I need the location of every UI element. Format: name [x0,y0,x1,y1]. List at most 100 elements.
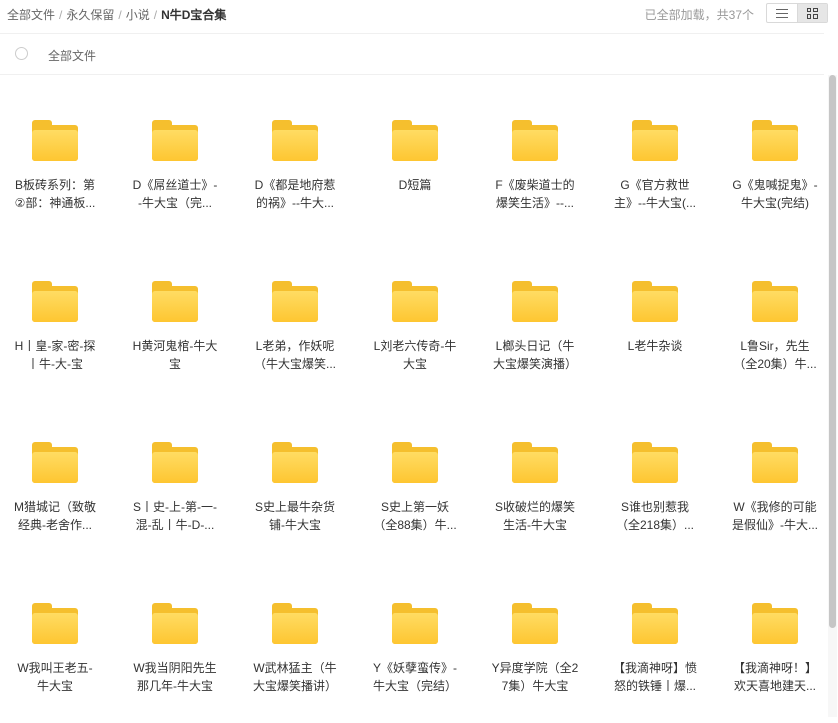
folder-name-line-1: L鲁Sir，先生 [740,339,810,353]
folder-icon [152,281,198,323]
folder-name-line-1: Y异度学院（全2 [491,661,579,675]
folder-item[interactable]: D《屌丝道士》- -牛大宝（完... [120,90,230,240]
list-icon [775,8,788,18]
folder-name: B板砖系列：第 ②部：神通板... [8,176,102,212]
folder-icon [632,603,678,645]
folder-item[interactable]: Y《妖孽蛮传》- 牛大宝（完结） [360,573,470,723]
folder-name-line-2: 牛大宝（完结） [372,679,457,693]
folder-name: H丨皇-家-密-探 丨牛-大-宝 [8,337,102,373]
file-list-header: 全部文件 [0,33,824,75]
folder-name-line-2: 大宝爆笑播讲） [252,679,337,693]
folder-icon [392,442,438,484]
folder-name-line-1: G《鬼喊捉鬼》- [732,178,818,192]
folder-name: S史上最牛杂货 铺-牛大宝 [248,498,342,534]
folder-name-line-2: 的祸》--牛大... [256,196,334,210]
breadcrumb-all-files[interactable]: 全部文件 [7,8,55,22]
folder-name-line-2: 7集）牛大宝 [501,679,569,693]
folder-item[interactable]: H丨皇-家-密-探 丨牛-大-宝 [0,251,110,401]
folder-name-line-2: 怒的铁锤丨爆... [613,679,696,693]
folder-item[interactable]: D《都是地府惹 的祸》--牛大... [240,90,350,240]
folder-name-line-1: W我当阴阳先生 [133,661,217,675]
folder-item[interactable]: S丨史-上-第-一- 混-乱丨牛-D-... [120,412,230,562]
folder-name-line-2: 生活-牛大宝 [503,518,567,532]
folder-name-line-1: W我叫王老五- [17,661,93,675]
folder-icon [152,603,198,645]
folder-item[interactable]: 【我滴神呀！】 欢天喜地建天... [720,573,830,723]
folder-name-line-2: 大宝爆笑演播） [492,357,577,371]
folder-name-line-1: D《屌丝道士》- [132,178,218,192]
folder-item[interactable]: B板砖系列：第 ②部：神通板... [0,90,110,240]
folder-icon [752,603,798,645]
folder-icon [392,603,438,645]
folder-name: W我叫王老五- 牛大宝 [8,659,102,695]
folder-item[interactable]: G《官方救世 主》--牛大宝(... [600,90,710,240]
folder-icon [152,442,198,484]
folder-name-line-1: L榔头日记（牛 [495,339,575,353]
folder-item[interactable]: S史上最牛杂货 铺-牛大宝 [240,412,350,562]
folder-name: S丨史-上-第-一- 混-乱丨牛-D-... [128,498,222,534]
folder-name-line-2: 主》--牛大宝(... [614,196,696,210]
scrollbar-thumb[interactable] [829,75,836,628]
grid-view-button[interactable] [796,4,827,22]
folder-icon [752,120,798,162]
folder-item[interactable]: W我当阴阳先生 那几年-牛大宝 [120,573,230,723]
folder-item[interactable]: W《我修的可能 是假仙》-牛大... [720,412,830,562]
breadcrumb-novels[interactable]: 小说 [126,8,150,22]
folder-item[interactable]: G《鬼喊捉鬼》- 牛大宝(完结) [720,90,830,240]
folder-name-line-2: 欢天喜地建天... [733,679,816,693]
folder-icon [632,120,678,162]
folder-item[interactable]: F《废柴道士的 爆笑生活》--... [480,90,590,240]
folder-name-line-1: S谁也别惹我 [620,500,689,514]
folder-name-line-2: （全20集）牛... [733,357,817,371]
folder-name-line-1: G《官方救世 [620,178,690,192]
view-toggle [766,3,828,23]
folder-name-line-1: 【我滴神呀！】 [732,661,817,675]
folder-name: S史上第一妖 （全88集）牛... [368,498,462,534]
folder-icon [152,120,198,162]
folder-name-line-1: S史上最牛杂货 [254,500,335,514]
folder-name-line-2: （全88集）牛... [373,518,457,532]
folder-name: L老弟，作妖呢 （牛大宝爆笑... [248,337,342,373]
breadcrumb-permanent[interactable]: 永久保留 [66,8,114,22]
folder-item[interactable]: L老牛杂谈 [600,251,710,401]
folder-icon [512,603,558,645]
select-all-checkbox[interactable] [15,47,28,60]
folder-item[interactable]: M猎城记（致敬 经典-老舍作... [0,412,110,562]
breadcrumb-separator: / [59,8,63,22]
folder-icon [392,281,438,323]
folder-name: W武林猛主（牛 大宝爆笑播讲） [248,659,342,695]
folder-item[interactable]: Y异度学院（全2 7集）牛大宝 [480,573,590,723]
folder-name: D短篇 [368,176,462,212]
folder-icon [392,120,438,162]
folder-item[interactable]: W我叫王老五- 牛大宝 [0,573,110,723]
folder-name-line-2: 混-乱丨牛-D-... [135,518,215,532]
folder-item[interactable]: L榔头日记（牛 大宝爆笑演播） [480,251,590,401]
list-view-button[interactable] [767,4,797,22]
folder-item[interactable]: S谁也别惹我 （全218集）... [600,412,710,562]
folder-item[interactable]: H黄河鬼棺-牛大宝 [120,251,230,401]
folder-name-line-1: L老牛杂谈 [627,339,683,353]
breadcrumb-current-folder: N牛D宝合集 [161,8,227,22]
folder-item[interactable]: D短篇 [360,90,470,240]
scrollbar[interactable] [828,75,837,717]
folder-name-line-2: （全218集）... [615,518,695,532]
folder-name: Y《妖孽蛮传》- 牛大宝（完结） [368,659,462,695]
folder-item[interactable]: L刘老六传奇-牛 大宝 [360,251,470,401]
folder-item[interactable]: 【我滴神呀】愤 怒的铁锤丨爆... [600,573,710,723]
folder-name: Y异度学院（全2 7集）牛大宝 [488,659,582,695]
folder-item[interactable]: S收破烂的爆笑 生活-牛大宝 [480,412,590,562]
folder-icon [752,442,798,484]
folder-name-line-1: W《我修的可能 [733,500,817,514]
folder-item[interactable]: W武林猛主（牛 大宝爆笑播讲） [240,573,350,723]
folder-item[interactable]: S史上第一妖 （全88集）牛... [360,412,470,562]
folder-item[interactable]: L老弟，作妖呢 （牛大宝爆笑... [240,251,350,401]
folder-name-line-1: D《都是地府惹 [254,178,336,192]
folder-name-line-2: 经典-老舍作... [18,518,92,532]
folder-name: L鲁Sir，先生 （全20集）牛... [728,337,822,373]
folder-icon [32,120,78,162]
breadcrumb-separator: / [153,8,158,22]
folder-name: G《官方救世 主》--牛大宝(... [608,176,702,212]
folder-name-line-2: 大宝 [402,357,427,371]
folder-item[interactable]: L鲁Sir，先生 （全20集）牛... [720,251,830,401]
folder-name: M猎城记（致敬 经典-老舍作... [8,498,102,534]
